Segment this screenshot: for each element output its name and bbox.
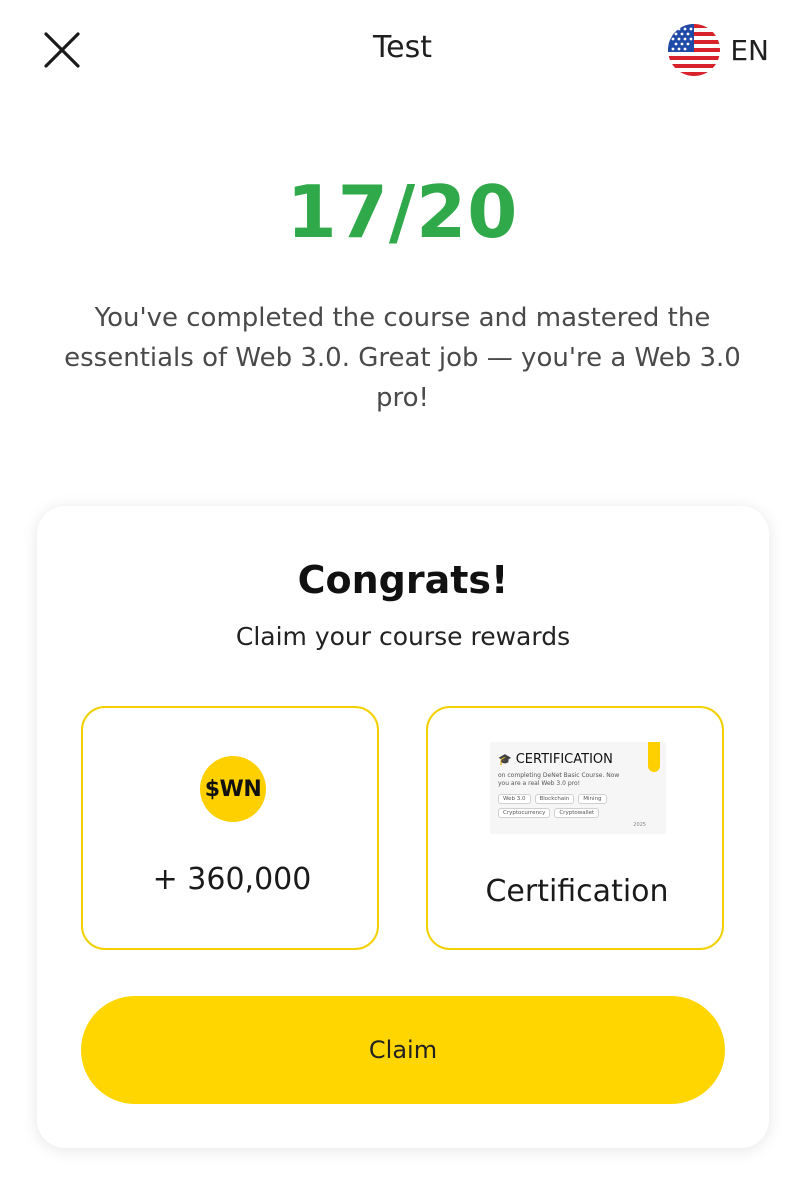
language-selector[interactable]: EN	[668, 22, 769, 78]
language-label: EN	[730, 33, 769, 67]
certificate-tag: Cryptocurrency	[498, 808, 551, 818]
certificate-reward-tile[interactable]: 🎓 CERTIFICATION on completing DeNet Basi…	[426, 706, 724, 950]
rewards-card: Congrats! Claim your course rewards $WN …	[37, 506, 769, 1148]
header: Test EN	[0, 0, 805, 100]
certificate-tags: Web 3.0 Blockchain Mining Cryptocurrency…	[498, 794, 648, 818]
certificate-reward-label: Certification	[485, 874, 669, 909]
claim-button[interactable]: Claim	[81, 996, 725, 1104]
test-score: 17/20	[286, 170, 519, 254]
certificate-heading: 🎓 CERTIFICATION	[498, 752, 613, 767]
certificate-tag: Mining	[578, 794, 607, 804]
course-result-page: Test EN 17/20 You've completed the cours…	[0, 0, 805, 1200]
rewards-subtitle: Claim your course rewards	[235, 622, 571, 651]
coin-reward-tile[interactable]: $WN + 360,000	[81, 706, 379, 950]
rewards-title: Congrats!	[297, 558, 509, 602]
token-label: $WN	[204, 776, 262, 802]
certificate-preview: 🎓 CERTIFICATION on completing DeNet Basi…	[490, 742, 666, 834]
coin-icon: $WN	[200, 756, 266, 822]
certificate-tag: Cryptowallet	[554, 808, 600, 818]
certificate-year: 2025	[633, 822, 646, 828]
certificate-text: on completing DeNet Basic Course. Now yo…	[498, 772, 620, 787]
graduation-cap-icon: 🎓	[498, 753, 512, 766]
certificate-heading-text: CERTIFICATION	[515, 752, 613, 767]
certificate-tag: Blockchain	[534, 794, 575, 804]
certificate-badge	[648, 742, 660, 772]
us-flag-icon	[668, 24, 721, 76]
certificate-tag: Web 3.0	[498, 794, 531, 804]
completion-message: You've completed the course and mastered…	[64, 303, 741, 413]
coin-reward-amount: + 360,000	[152, 862, 312, 897]
